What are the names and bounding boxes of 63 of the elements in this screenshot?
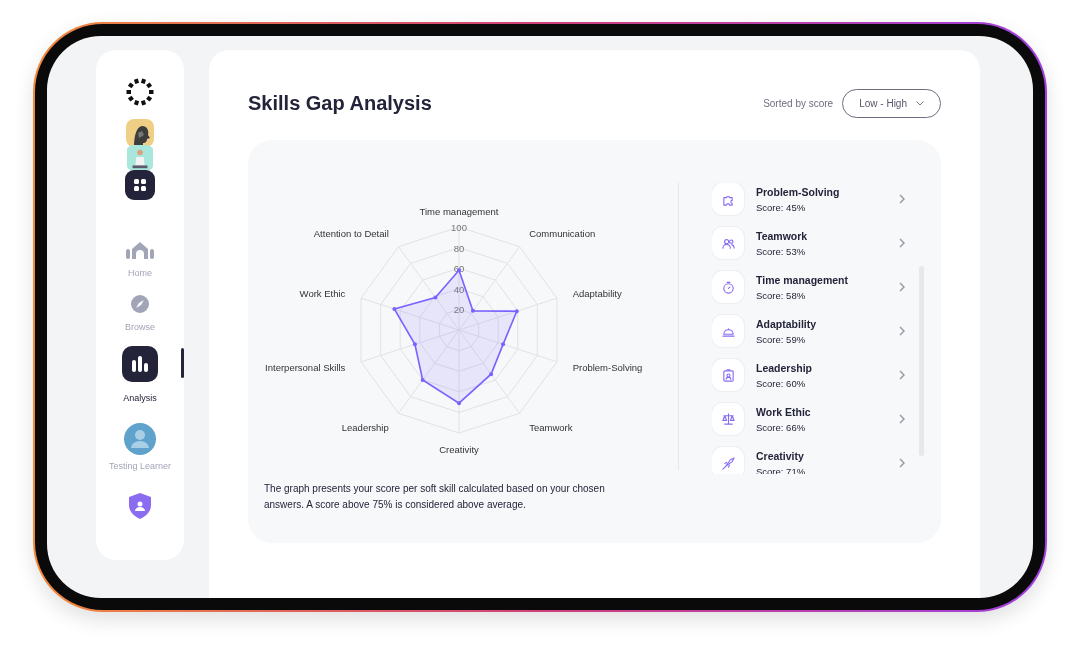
caret-icon [916, 100, 924, 106]
grid-icon [134, 179, 146, 191]
sort-dropdown[interactable]: Low - High [842, 88, 941, 118]
axis-label: Teamwork [529, 421, 573, 433]
axis-label: Adaptability [572, 288, 622, 300]
users-icon [712, 227, 744, 259]
sort-label: Sorted by score [763, 97, 834, 109]
skill-score: Score: 60% [756, 377, 807, 389]
apps-button[interactable] [125, 170, 155, 200]
tick-label: 100 [451, 222, 467, 233]
page-title: Skills Gap Analysis [248, 91, 432, 115]
scales-icon [712, 403, 744, 435]
skill-item[interactable]: Work Ethic Score: 66% [712, 403, 905, 435]
skill-item[interactable]: Creativity Score: 71% [712, 447, 905, 474]
logo-icon [126, 78, 154, 106]
tick-label: 40 [453, 283, 465, 295]
axis-label: Creativity [439, 444, 479, 456]
badge-icon [712, 359, 744, 391]
axis-label: Interpersonal Skills [265, 361, 346, 373]
skill-item[interactable]: Teamwork Score: 53% [712, 227, 905, 259]
nav-label[interactable]: Analysis [123, 393, 157, 403]
chevron-right-icon [899, 458, 905, 468]
skill-score: Score: 71% [756, 465, 807, 474]
skill-name: Teamwork [756, 229, 809, 242]
skill-item[interactable]: Problem-Solving Score: 45% [712, 183, 905, 215]
skill-score: Score: 53% [756, 245, 807, 257]
compass-icon[interactable] [131, 292, 149, 316]
skill-item[interactable]: Adaptability Score: 59% [712, 315, 905, 347]
chevron-right-icon [899, 282, 905, 292]
skill-name: Time management [756, 273, 849, 286]
bell-icon [712, 315, 744, 347]
chart-caption: The graph presents your score per soft skill calculated based on your chosen answers. A score above 75% is considered above average. [264, 482, 606, 512]
axis-label: Attention to Detail [313, 228, 389, 240]
chevron-right-icon [899, 414, 905, 424]
skill-score: Score: 58% [756, 289, 807, 301]
skill-name: Leadership [756, 361, 814, 374]
axis-label: Leadership [341, 421, 389, 433]
axis-label: Work Ethic [299, 288, 346, 300]
timer-icon [712, 271, 744, 303]
tick-label: 20 [453, 304, 465, 316]
skill-score: Score: 45% [756, 201, 807, 213]
skill-item[interactable]: Time management Score: 58% [712, 271, 905, 303]
skill-score: Score: 66% [756, 421, 807, 433]
skill-item[interactable]: Leadership Score: 60% [712, 359, 905, 391]
rocket-icon [712, 447, 744, 474]
avatar-icon[interactable] [124, 423, 156, 455]
chevron-right-icon [899, 326, 905, 336]
active-indicator [181, 348, 184, 378]
chevron-right-icon [899, 238, 905, 248]
puzzle-icon [712, 183, 744, 215]
skill-score: Score: 59% [756, 333, 807, 345]
skill-name: Work Ethic [756, 405, 812, 418]
skill-name: Adaptability [756, 317, 818, 330]
chevron-right-icon [899, 194, 905, 204]
tick-label: 80 [453, 242, 465, 254]
chevron-right-icon [899, 370, 905, 380]
shield-icon[interactable] [129, 493, 151, 519]
axis-label: Problem-Solving [572, 361, 643, 373]
bar-chart-icon[interactable] [122, 346, 158, 382]
skill-name: Creativity [756, 449, 805, 462]
axis-label: Communication [529, 228, 596, 240]
skill-name: Problem-Solving [756, 185, 841, 198]
axis-label: Time management [419, 205, 499, 217]
